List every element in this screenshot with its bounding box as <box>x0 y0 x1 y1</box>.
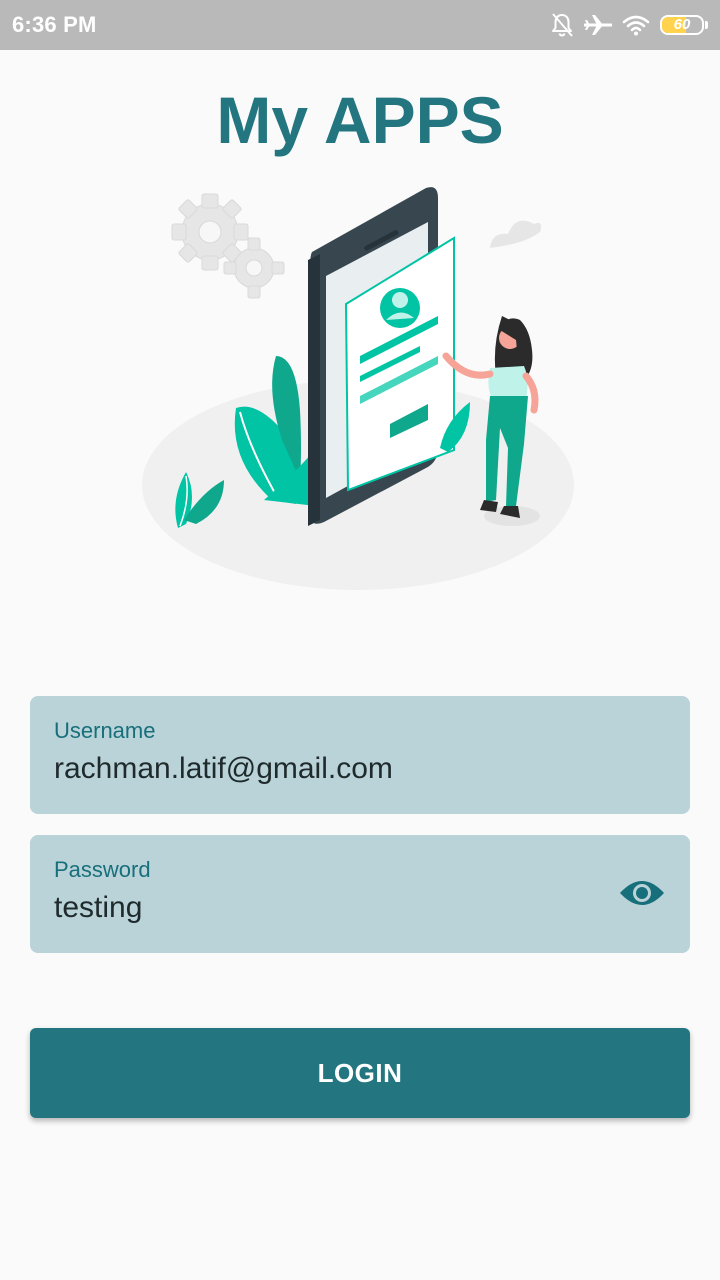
login-screen: 6:36 PM 60 My APPS Username rachman.lati… <box>0 0 720 1280</box>
show-password-eye-icon[interactable] <box>618 875 666 911</box>
status-time: 6:36 PM <box>12 12 97 37</box>
password-input[interactable]: testing <box>54 891 614 925</box>
username-input[interactable]: rachman.latif@gmail.com <box>54 752 614 786</box>
password-label: Password <box>54 857 151 882</box>
battery-level: 60 <box>673 16 691 33</box>
wifi-icon <box>622 14 650 36</box>
password-field[interactable]: Password testing <box>30 835 690 953</box>
status-bar: 6:36 PM 60 <box>0 0 720 50</box>
battery-icon: 60 <box>660 15 708 35</box>
login-button[interactable]: LOGIN <box>30 1028 690 1118</box>
airplane-icon <box>584 13 612 37</box>
battery-cap <box>705 21 708 29</box>
app-title: My APPS <box>216 83 504 157</box>
bell-off-icon <box>550 12 574 38</box>
username-label: Username <box>54 718 156 743</box>
login-illustration <box>140 180 580 600</box>
cloud-icon <box>490 220 542 248</box>
username-field[interactable]: Username rachman.latif@gmail.com <box>30 696 690 814</box>
battery-indicator: 60 <box>660 15 704 35</box>
status-icons: 60 <box>550 10 708 40</box>
